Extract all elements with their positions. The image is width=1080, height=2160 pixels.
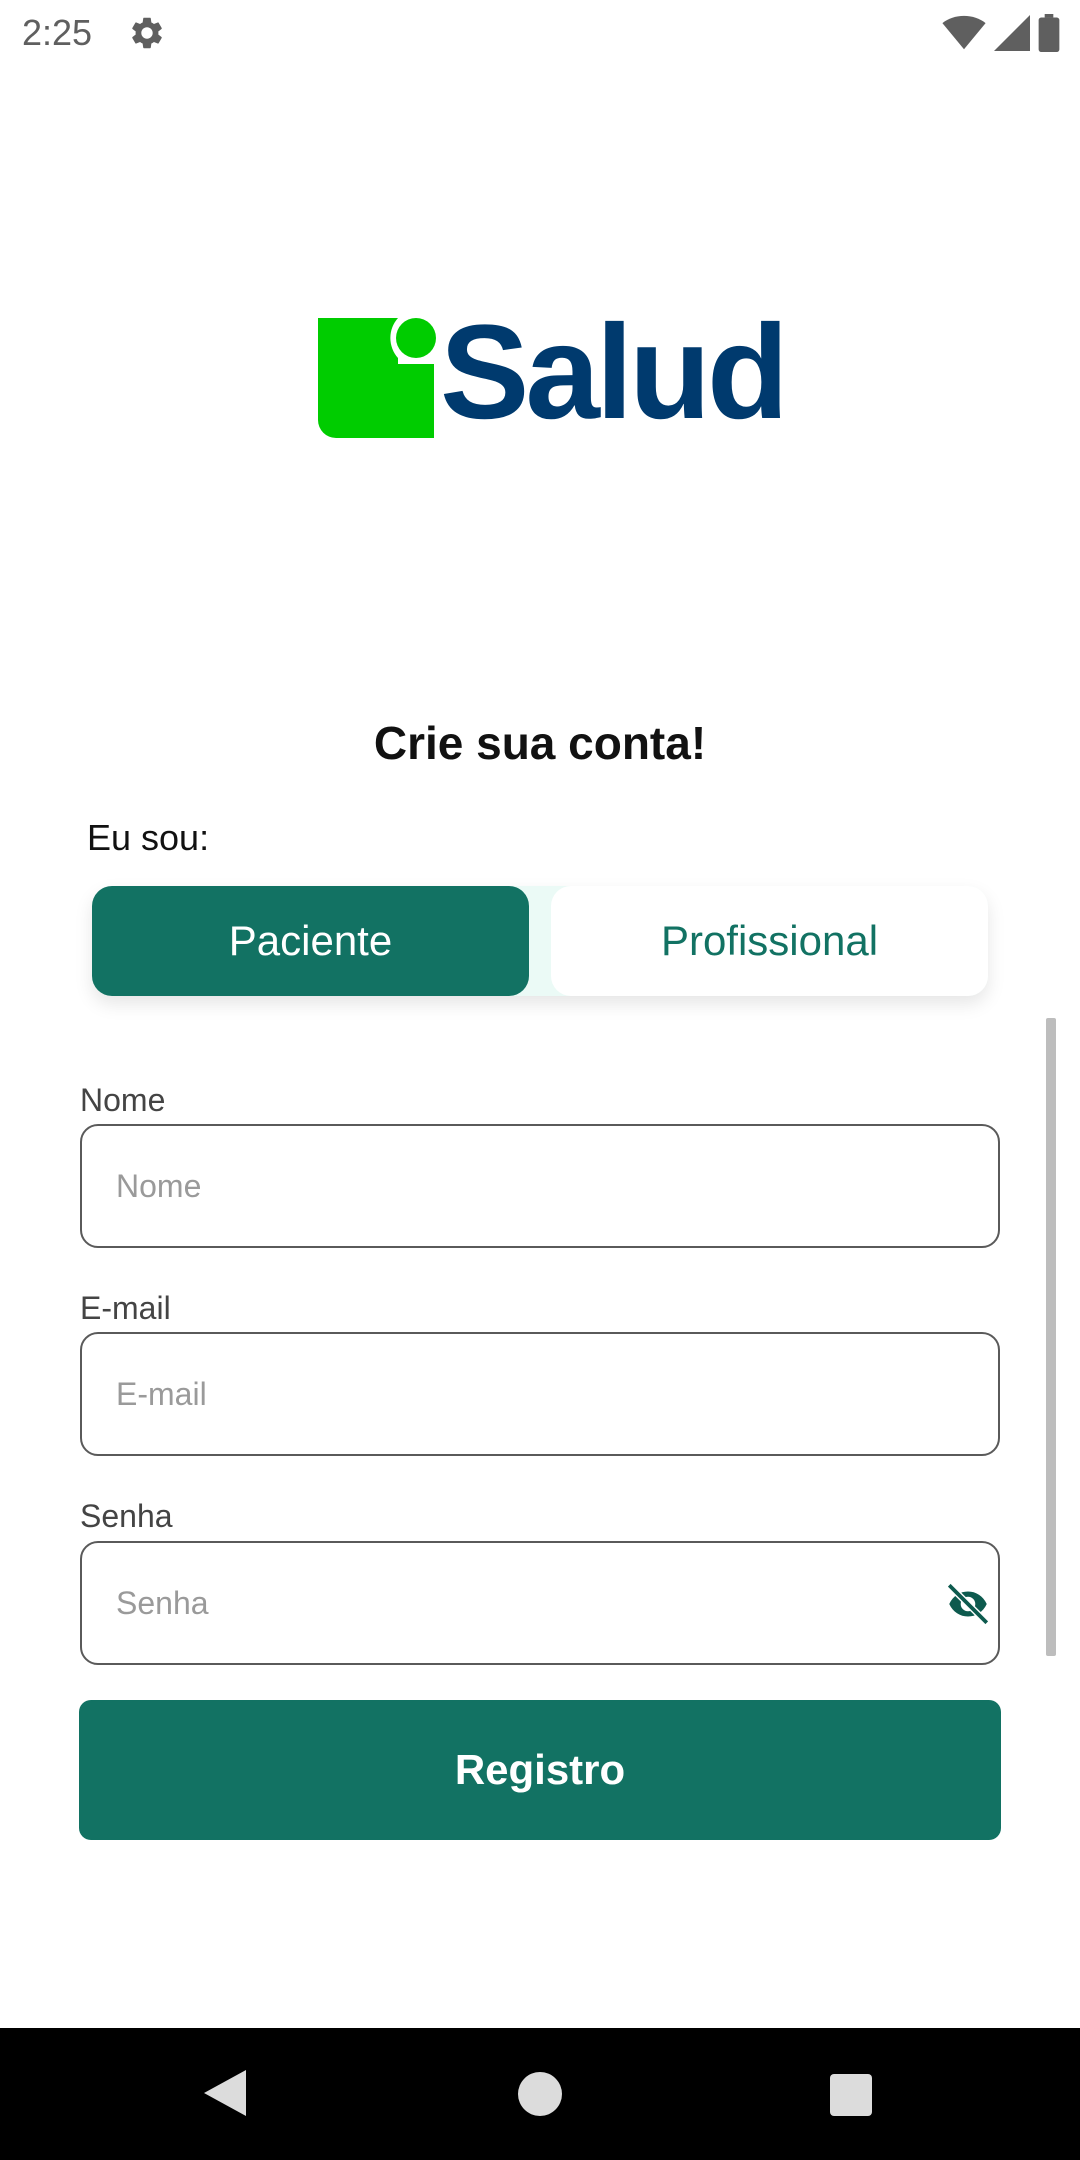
status-time: 2:25	[22, 12, 93, 53]
battery-icon	[1038, 14, 1060, 52]
signal-icon	[994, 15, 1030, 51]
email-field[interactable]	[80, 1332, 1000, 1456]
email-label: E-mail	[80, 1290, 171, 1326]
role-toggle: Paciente Profissional	[92, 886, 988, 996]
name-input[interactable]	[116, 1167, 998, 1205]
name-field[interactable]	[80, 1124, 1000, 1248]
register-button[interactable]: Registro	[79, 1700, 1001, 1840]
email-input[interactable]	[116, 1375, 998, 1413]
scrollbar[interactable]	[1046, 1018, 1056, 1656]
logo-text: Salud	[440, 298, 789, 447]
role-option-profissional[interactable]: Profissional	[551, 886, 988, 996]
recent-apps-icon[interactable]	[830, 2074, 872, 2116]
role-label: Eu sou:	[87, 817, 210, 858]
settings-gear-icon	[132, 17, 162, 49]
eye-off-icon[interactable]	[940, 1579, 996, 1629]
navigation-bar	[0, 2028, 1080, 2160]
back-icon[interactable]	[204, 2070, 246, 2116]
register-screen: 2:25 Salud Crie sua conta! Eu sou: Pacie…	[0, 0, 1080, 2160]
password-field[interactable]	[80, 1541, 1000, 1665]
status-right-icons	[942, 14, 1060, 52]
logo-mark-icon	[318, 318, 436, 438]
wifi-icon	[942, 15, 986, 50]
password-label: Senha	[80, 1498, 173, 1534]
home-icon[interactable]	[518, 2072, 562, 2116]
page-title: Crie sua conta!	[373, 717, 707, 769]
password-input[interactable]	[116, 1584, 998, 1622]
name-label: Nome	[80, 1082, 166, 1118]
status-bar: 2:25	[0, 0, 1080, 66]
isalud-logo: Salud	[318, 306, 789, 440]
role-option-paciente[interactable]: Paciente	[92, 886, 529, 996]
